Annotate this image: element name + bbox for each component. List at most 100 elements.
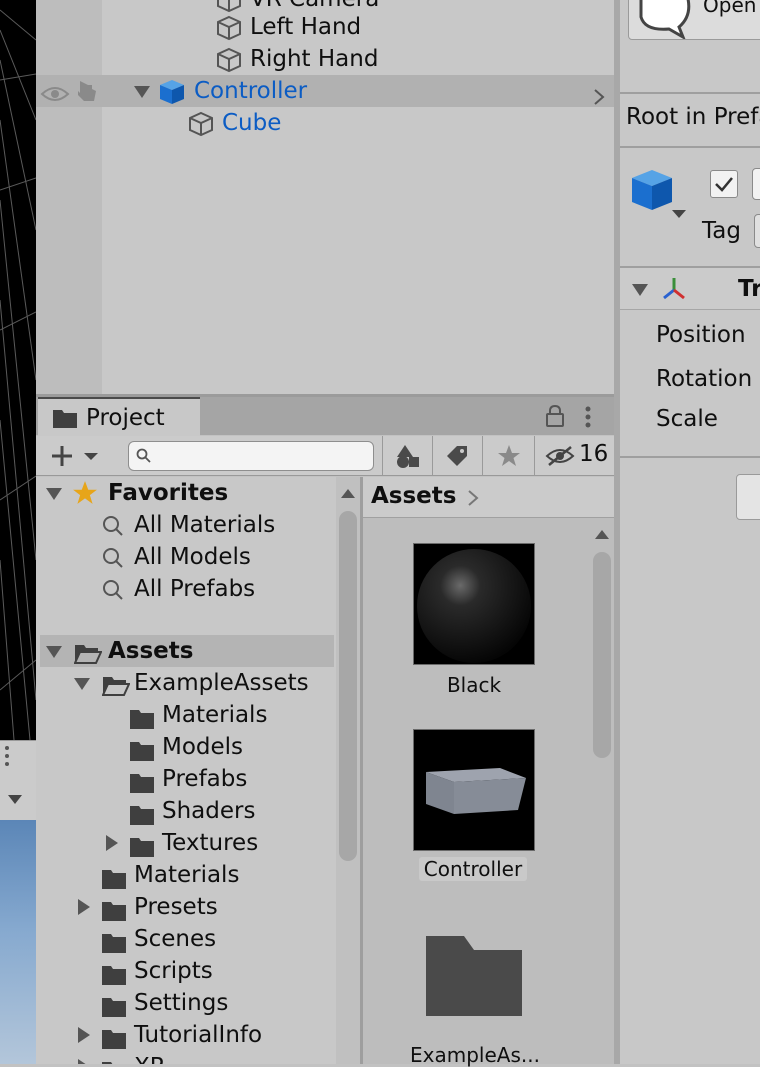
asset-label: ExampleAs... [410, 1043, 540, 1067]
open-prefab-button[interactable]: Open [628, 0, 760, 43]
asset-black-material[interactable] [413, 543, 535, 665]
tag-icon [445, 444, 469, 472]
expand-arrow-icon[interactable] [134, 86, 150, 98]
expand-arrow-icon[interactable] [46, 488, 62, 500]
hierarchy-item-right-hand[interactable]: Right Hand [36, 43, 614, 75]
tree-item-label: Materials [162, 702, 268, 728]
folder-icon[interactable] [426, 936, 522, 1020]
star-icon [497, 444, 521, 472]
hierarchy-item-label: Controller [194, 78, 308, 104]
tree-item-label: All Materials [134, 512, 276, 538]
tree-item-label: All Prefabs [134, 576, 256, 602]
more-options-icon[interactable] [584, 405, 592, 433]
breadcrumb-assets[interactable]: Assets [371, 483, 456, 509]
favorite-search-button[interactable] [482, 436, 534, 476]
collapsed-arrow-icon[interactable] [106, 835, 118, 851]
collapsed-arrow-icon[interactable] [78, 899, 90, 915]
scroll-up-arrow-icon[interactable] [341, 489, 355, 498]
tree-item-label: Settings [134, 990, 229, 1016]
search-by-label-button[interactable] [432, 436, 482, 476]
search-input[interactable] [128, 441, 374, 471]
chevron-right-icon [467, 489, 479, 511]
transform-header[interactable]: Tr [620, 268, 760, 310]
name-field[interactable] [752, 168, 760, 200]
hierarchy-item-label: Right Hand [250, 46, 379, 72]
grid-scrollbar[interactable] [590, 518, 614, 1064]
divider [620, 92, 760, 94]
scale-label: Scale [656, 406, 718, 432]
tree-item-all-models[interactable]: All Models [40, 541, 334, 573]
expand-arrow-icon[interactable] [46, 646, 62, 658]
hierarchy-item-controller[interactable]: Controller [36, 75, 614, 107]
scrollbar-thumb[interactable] [339, 511, 357, 861]
expand-arrow-icon[interactable] [632, 284, 648, 296]
expand-arrow-icon[interactable] [74, 678, 90, 690]
shapes-icon [395, 443, 421, 473]
game-view-toolbar [0, 740, 36, 820]
collapsed-arrow-icon[interactable] [78, 1059, 90, 1064]
tree-item-favorites[interactable]: Favorites [40, 477, 334, 509]
hidden-packages-toggle[interactable]: 16 [534, 436, 614, 476]
hierarchy-item-left-hand[interactable]: Left Hand [36, 11, 614, 43]
divider [620, 146, 760, 148]
tree-item-all-materials[interactable]: All Materials [40, 509, 334, 541]
scrollbar-thumb[interactable] [593, 552, 611, 758]
scene-view[interactable] [0, 0, 36, 740]
more-icon[interactable] [4, 745, 10, 771]
tree-item-label: Presets [134, 894, 218, 920]
tree-item-models[interactable]: Models [40, 731, 334, 763]
tree-item-tutorialinfo[interactable]: TutorialInfo [40, 1019, 334, 1051]
tree-item-scripts[interactable]: Scripts [40, 955, 334, 987]
search-icon [102, 578, 124, 610]
tab-project[interactable]: Project [38, 397, 200, 436]
active-checkbox[interactable] [710, 170, 738, 198]
transform-label: Tr [738, 276, 760, 302]
speech-bubble-icon [635, 0, 693, 43]
tree-item-xr[interactable]: XR [40, 1051, 334, 1064]
tree-item-materials[interactable]: Materials [40, 859, 334, 891]
root-in-prefab-label: Root in Prefa [626, 104, 760, 130]
tree-item-label: XR [134, 1051, 166, 1064]
tree-item-label: Models [162, 734, 244, 760]
add-plus-icon[interactable] [50, 444, 102, 472]
tree-item-prefabs[interactable]: Prefabs [40, 763, 334, 795]
folder-icon [102, 1058, 126, 1064]
divider [620, 456, 760, 458]
tree-item-settings[interactable]: Settings [40, 987, 334, 1019]
lock-icon[interactable] [545, 404, 565, 431]
asset-controller-prefab[interactable] [413, 729, 535, 851]
tree-item-scenes[interactable]: Scenes [40, 923, 334, 955]
asset-label: Controller [419, 857, 527, 881]
collapsed-arrow-icon[interactable] [78, 1027, 90, 1043]
tree-item-presets[interactable]: Presets [40, 891, 334, 923]
tag-dropdown[interactable] [754, 214, 760, 248]
search-by-type-button[interactable] [382, 436, 432, 476]
tree-item-materials-example[interactable]: Materials [40, 699, 334, 731]
tree-item-label: Favorites [108, 480, 229, 506]
tree-item-label: Materials [134, 862, 240, 888]
scroll-up-arrow-icon[interactable] [595, 530, 609, 539]
tree-scrollbar[interactable] [336, 477, 360, 1064]
tree-item-label: Assets [108, 638, 194, 664]
tag-label: Tag [702, 218, 741, 244]
folder-icon [52, 409, 78, 433]
tree-item-shaders[interactable]: Shaders [40, 795, 334, 827]
tree-item-all-prefabs[interactable]: All Prefabs [40, 573, 334, 605]
scene-grid [0, 9, 36, 740]
gameobject-cube-icon[interactable] [630, 168, 688, 228]
hierarchy-item-label: Left Hand [250, 14, 362, 40]
eye-slash-icon [545, 445, 575, 471]
open-label: Open [703, 0, 757, 17]
position-label: Position [656, 322, 746, 348]
tree-item-label: ExampleAssets [134, 670, 309, 696]
add-component-button[interactable] [736, 474, 760, 520]
tree-item-textures[interactable]: Textures [40, 827, 334, 859]
dropdown-chevron-icon[interactable] [8, 795, 22, 804]
game-view [0, 820, 36, 1064]
transform-icon [660, 276, 688, 306]
hierarchy-item-cube[interactable]: Cube [36, 107, 614, 139]
tree-item-exampleassets[interactable]: ExampleAssets [40, 667, 334, 699]
breadcrumb: Assets [363, 477, 614, 518]
search-icon [136, 448, 152, 468]
tree-item-assets[interactable]: Assets [40, 635, 334, 667]
